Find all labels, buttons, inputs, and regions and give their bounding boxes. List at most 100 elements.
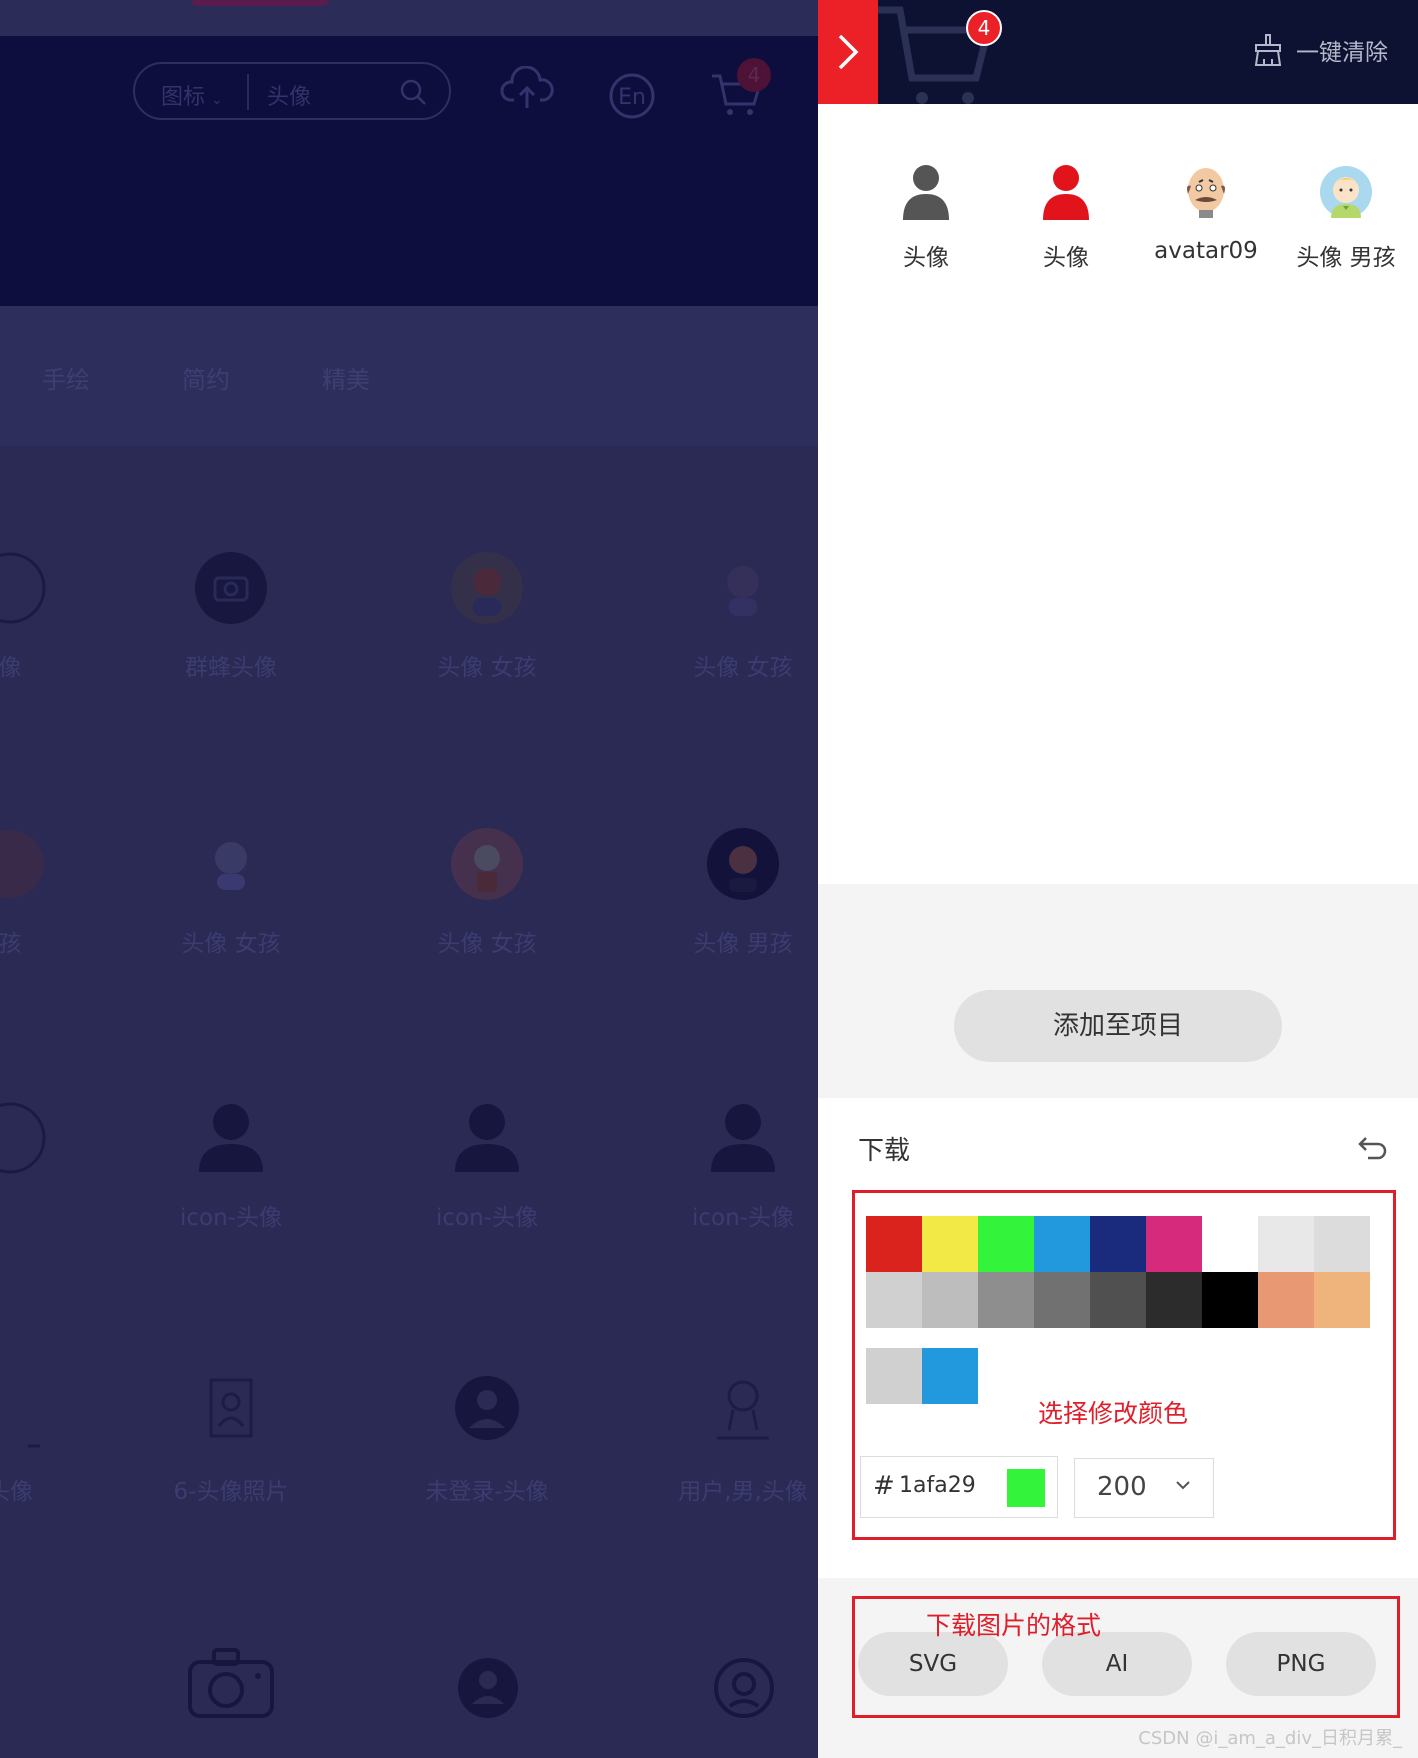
selected-icon-item[interactable]: 头像 男孩 — [1276, 164, 1416, 272]
chevron-down-icon: ⌄ — [211, 92, 223, 108]
color-annotation: 选择修改颜色 — [1038, 1399, 1189, 1428]
recent-color-swatch[interactable] — [866, 1348, 922, 1404]
selected-icons-list: 头像 头像 avatar09 头像 男孩 — [818, 104, 1418, 884]
color-swatch[interactable] — [866, 1272, 922, 1328]
color-swatch[interactable] — [1090, 1272, 1146, 1328]
selected-icon-item[interactable]: avatar09 — [1136, 164, 1276, 264]
color-swatch[interactable] — [978, 1272, 1034, 1328]
grid-item[interactable]: 头像 女孩 — [387, 552, 587, 682]
add-to-project-button[interactable]: 添加至项目 — [954, 990, 1282, 1062]
clear-all-button[interactable]: 一键清除 — [1252, 30, 1388, 70]
user-badge-icon — [714, 1658, 774, 1718]
color-swatch[interactable] — [922, 1216, 978, 1272]
grid-item[interactable]: 头像 女孩 — [387, 828, 587, 958]
undo-icon[interactable] — [1358, 1134, 1388, 1160]
grid-item[interactable]: 未登录-头像 — [387, 1376, 587, 1506]
download-title: 下载 — [858, 1136, 911, 1166]
grid-item[interactable]: 头像 女孩 — [643, 552, 818, 682]
search-bar[interactable]: 图标 ⌄ 头像 — [133, 62, 451, 120]
girl-avatar-icon — [727, 566, 759, 616]
grid-item[interactable]: icon-头像 — [643, 1102, 818, 1232]
grid-item[interactable]: 头像 男孩 — [643, 828, 818, 958]
color-swatch[interactable] — [1090, 1216, 1146, 1272]
color-swatch[interactable] — [1146, 1272, 1202, 1328]
selected-icon-label: 头像 — [1043, 245, 1089, 271]
id-photo-icon — [209, 1378, 253, 1438]
grid-item[interactable]: 头像 女孩 — [131, 828, 331, 958]
search-divider — [247, 74, 249, 110]
selected-icon-item[interactable]: 头像 — [856, 164, 996, 272]
broom-icon — [1254, 34, 1282, 66]
grid-item[interactable]: icon-头像 — [387, 1102, 587, 1232]
grid-item[interactable]: icon-头像 — [131, 1102, 331, 1232]
cart-count-badge: 4 — [966, 10, 1002, 46]
avatar-circle-icon — [0, 552, 46, 624]
download-section: 下载 选择修改颜色 # 200 — [818, 1098, 1418, 1578]
format-section: SVG AI PNG 下载图片的格式 CSDN @i_am_a_div_日积月累… — [818, 1578, 1418, 1758]
color-swatch[interactable] — [978, 1216, 1034, 1272]
collapse-drawer-button[interactable] — [818, 0, 878, 104]
color-swatch[interactable] — [1258, 1216, 1314, 1272]
color-swatch[interactable] — [1202, 1272, 1258, 1328]
upload-cloud-icon[interactable] — [500, 66, 554, 110]
add-to-project-section: 添加至项目 — [818, 884, 1418, 1098]
girl-avatar-icon — [0, 830, 44, 898]
grid-item[interactable] — [0, 1102, 110, 1174]
tab-exquisite[interactable]: 精美 — [322, 360, 370, 395]
selected-icon-label: avatar09 — [1154, 238, 1258, 264]
color-swatch[interactable] — [1034, 1216, 1090, 1272]
color-swatch[interactable] — [922, 1272, 978, 1328]
user-gray-icon — [903, 165, 949, 220]
user-icon — [199, 1104, 263, 1172]
color-swatch[interactable] — [1314, 1216, 1370, 1272]
size-value: 200 — [1097, 1472, 1147, 1502]
recent-color-swatch[interactable] — [922, 1348, 978, 1404]
grid-item[interactable]: 孩 — [0, 828, 110, 958]
girl-avatar-icon — [215, 842, 247, 890]
user-icon — [0, 1102, 46, 1174]
grid-item[interactable]: 群蜂头像 — [131, 552, 331, 682]
drawer-header: 4 一键清除 — [818, 0, 1418, 104]
color-swatch[interactable] — [1146, 1216, 1202, 1272]
search-category[interactable]: 图标 ⌄ — [161, 79, 223, 111]
hex-color-input[interactable] — [899, 1473, 999, 1498]
boy-avatar-icon — [707, 828, 779, 900]
format-annotation: 下载图片的格式 — [926, 1611, 1102, 1640]
selected-icon-label: 头像 男孩 — [1296, 245, 1396, 271]
search-icon[interactable] — [399, 78, 427, 106]
top-pill — [190, 0, 330, 6]
male-user-icon — [717, 1380, 769, 1440]
grid-item[interactable]: 用户,男,头像 — [643, 1376, 818, 1506]
user-circle-icon — [458, 1658, 518, 1718]
color-swatch[interactable] — [1258, 1272, 1314, 1328]
hex-color-field[interactable]: # — [860, 1456, 1058, 1518]
user-icon — [455, 1104, 519, 1172]
color-swatch[interactable] — [1034, 1272, 1090, 1328]
background-page: 图标 ⌄ 头像 En 4 手绘 简约 精美 像 群蜂头像 头像 女孩 头像 女孩 … — [0, 0, 818, 1758]
color-swatch[interactable] — [866, 1216, 922, 1272]
bald-man-avatar-icon — [1187, 168, 1225, 218]
camera-avatar-icon — [195, 552, 267, 624]
selected-icon-label: 头像 — [903, 245, 949, 271]
color-swatch[interactable] — [1314, 1272, 1370, 1328]
girl-avatar-icon — [451, 552, 523, 624]
grid-item[interactable]: 像 — [0, 552, 110, 682]
user-red-icon — [1043, 165, 1089, 220]
grid-item[interactable]: 头像 — [0, 1376, 110, 1506]
style-tabs: 手绘 简约 精美 — [0, 306, 818, 446]
size-select[interactable]: 200 — [1074, 1458, 1214, 1518]
user-icon — [711, 1104, 775, 1172]
chevron-right-icon — [838, 34, 859, 70]
svg-text:En: En — [618, 85, 646, 110]
watermark: CSDN @i_am_a_div_日积月累_ — [1138, 1728, 1402, 1749]
language-icon[interactable]: En — [608, 72, 656, 120]
tab-simple[interactable]: 简约 — [182, 360, 230, 395]
top-strip — [0, 0, 818, 36]
color-swatch[interactable] — [1202, 1216, 1258, 1272]
selected-icon-item[interactable]: 头像 — [996, 164, 1136, 272]
boy-avatar-icon — [1320, 166, 1372, 218]
search-input[interactable]: 头像 — [267, 79, 311, 111]
clear-all-label: 一键清除 — [1296, 40, 1388, 66]
grid-item[interactable]: 6-头像照片 — [131, 1376, 331, 1506]
tab-hand-drawn[interactable]: 手绘 — [42, 360, 90, 395]
